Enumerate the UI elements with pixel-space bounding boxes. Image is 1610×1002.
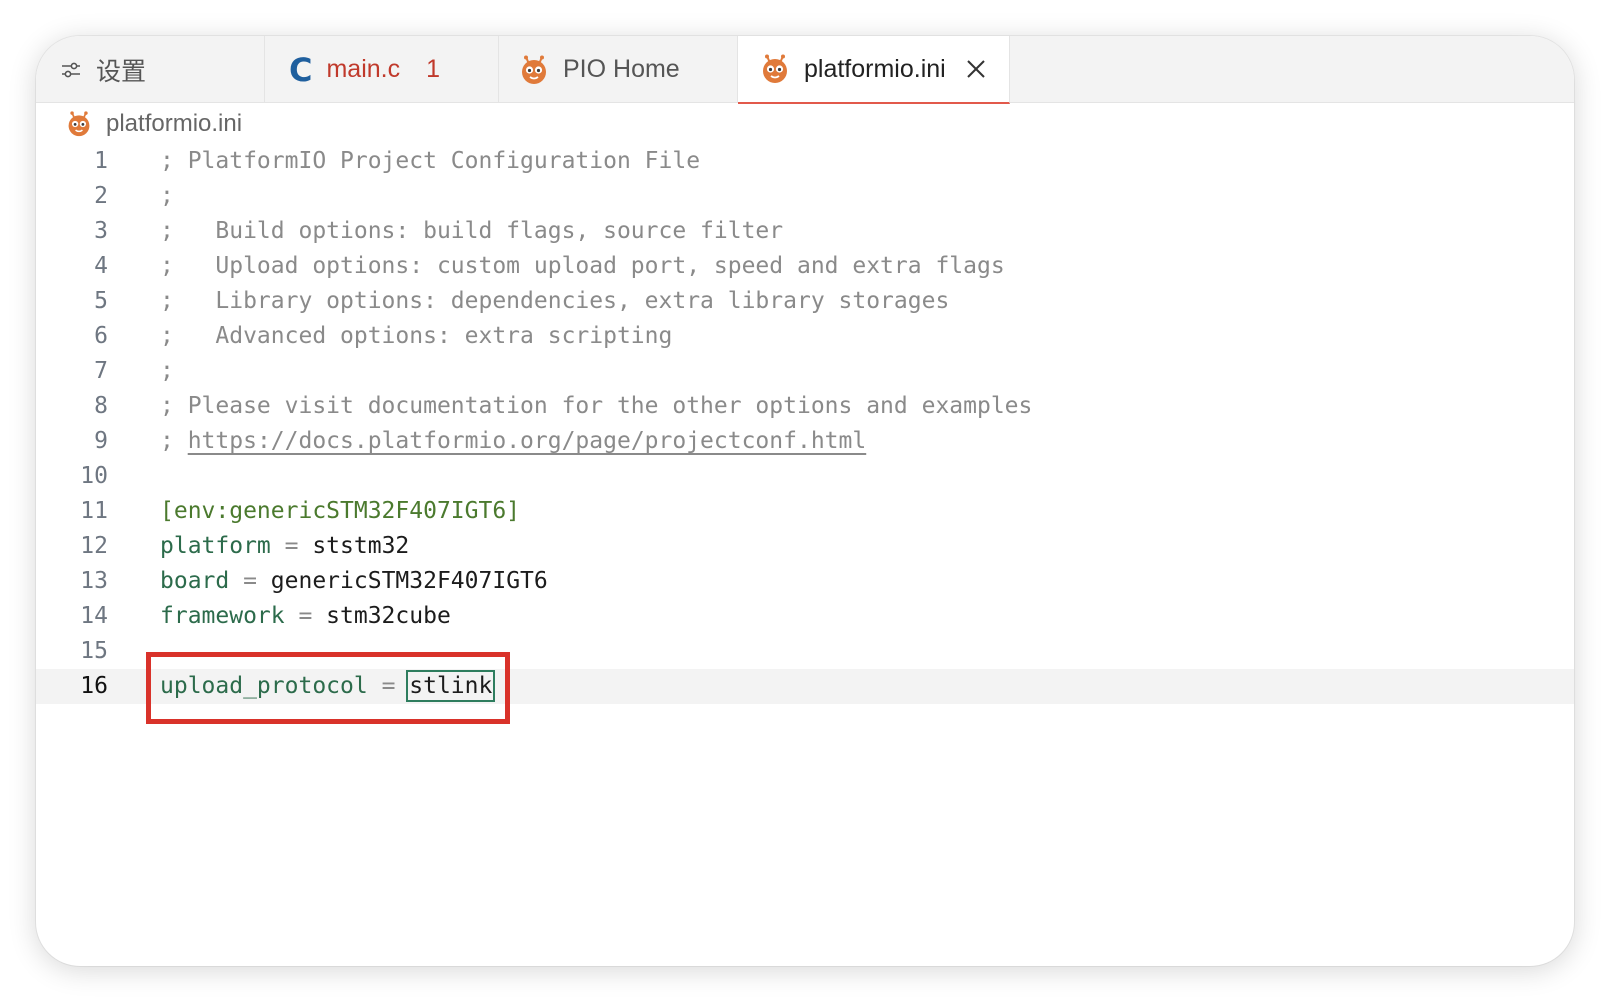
line-code: board = genericSTM32F407IGT6 [160, 564, 548, 599]
tab-platformio-ini[interactable]: platformio.ini [738, 36, 1010, 104]
problem-count-badge: 1 [426, 55, 441, 83]
line-number: 7 [94, 358, 108, 384]
code-line[interactable]: 12 platform = ststm32 [36, 529, 1574, 564]
equals-sign: = [284, 603, 327, 629]
line-code: ; https://docs.platformio.org/page/proje… [160, 424, 866, 459]
config-key: framework [160, 603, 285, 629]
line-comment: ; Advanced options: extra scripting [160, 323, 673, 349]
code-line[interactable]: 2 ; [36, 179, 1574, 214]
docs-link[interactable]: https://docs.platformio.org/page/project… [188, 428, 867, 454]
code-line[interactable]: 4 ; Upload options: custom upload port, … [36, 249, 1574, 284]
code-line[interactable]: 9 ; https://docs.platformio.org/page/pro… [36, 424, 1574, 459]
line-number: 16 [80, 673, 108, 699]
config-value: stm32cube [326, 603, 451, 629]
line-number: 12 [80, 533, 108, 559]
line-number: 8 [94, 393, 108, 419]
line-number: 10 [80, 463, 108, 489]
comment-prefix: ; [160, 428, 188, 454]
code-line[interactable]: 11 [env:genericSTM32F407IGT6] [36, 494, 1574, 529]
line-number: 2 [94, 183, 108, 209]
tab-settings-label: 设置 [96, 57, 147, 86]
tab-platformio-ini-label: platformio.ini [804, 54, 946, 83]
line-comment: ; Library options: dependencies, extra l… [160, 288, 950, 314]
tab-pio-home-label: PIO Home [563, 55, 680, 83]
code-line[interactable]: 14 framework = stm32cube [36, 599, 1574, 634]
config-value: genericSTM32F407IGT6 [270, 568, 548, 594]
line-number: 13 [80, 568, 108, 594]
line-number: 15 [80, 638, 108, 664]
equals-sign: = [229, 568, 271, 594]
code-line[interactable]: 6 ; Advanced options: extra scripting [36, 319, 1574, 354]
code-line[interactable]: 7 ; [36, 354, 1574, 389]
settings-sliders-icon [60, 59, 82, 81]
line-number: 1 [94, 148, 108, 174]
tab-bar: 设置 C main.c 1 PIO Home platformio.ini [36, 36, 1574, 104]
line-comment: ; [160, 183, 174, 209]
tab-settings[interactable]: 设置 [36, 36, 265, 103]
code-line[interactable]: 1 ; PlatformIO Project Configuration Fil… [36, 144, 1574, 179]
breadcrumb-file: platformio.ini [106, 110, 243, 137]
code-line[interactable]: 13 board = genericSTM32F407IGT6 [36, 564, 1574, 599]
tab-main-c-label: main.c [326, 55, 401, 83]
equals-sign: = [270, 533, 313, 559]
line-comment: ; PlatformIO Project Configuration File [160, 148, 701, 174]
line-number: 4 [94, 253, 108, 279]
line-number: 11 [80, 498, 108, 524]
line-comment: ; Please visit documentation for the oth… [160, 393, 1033, 419]
line-number: 9 [94, 428, 108, 454]
line-comment: ; [160, 358, 174, 384]
tab-main-c[interactable]: C main.c 1 [265, 36, 499, 103]
c-language-icon: C [289, 50, 313, 89]
config-key: platform [160, 533, 271, 559]
code-line[interactable]: 5 ; Library options: dependencies, extra… [36, 284, 1574, 319]
line-comment: ; Upload options: custom upload port, sp… [160, 253, 1005, 279]
platformio-icon [760, 54, 790, 84]
breadcrumb[interactable]: platformio.ini [66, 108, 242, 140]
close-icon[interactable] [964, 57, 988, 81]
line-comment: ; Build options: build flags, source fil… [160, 218, 784, 244]
code-line[interactable]: 8 ; Please visit documentation for the o… [36, 389, 1574, 424]
editor-window: 设置 C main.c 1 PIO Home platformio.ini pl… [36, 36, 1574, 966]
env-section-header: [env:genericSTM32F407IGT6] [160, 498, 521, 524]
code-line[interactable]: 3 ; Build options: build flags, source f… [36, 214, 1574, 249]
config-value: ststm32 [312, 533, 410, 559]
tab-pio-home[interactable]: PIO Home [499, 36, 738, 103]
annotation-highlight-box [146, 652, 510, 724]
line-code: platform = ststm32 [160, 529, 409, 564]
config-key: board [160, 568, 230, 594]
platformio-icon [66, 111, 92, 137]
line-number: 6 [94, 323, 108, 349]
platformio-icon [519, 55, 549, 85]
code-line[interactable]: 10 [36, 459, 1574, 494]
line-number: 3 [94, 218, 108, 244]
line-number: 14 [80, 603, 108, 629]
line-code: framework = stm32cube [160, 599, 451, 634]
line-number: 5 [94, 288, 108, 314]
